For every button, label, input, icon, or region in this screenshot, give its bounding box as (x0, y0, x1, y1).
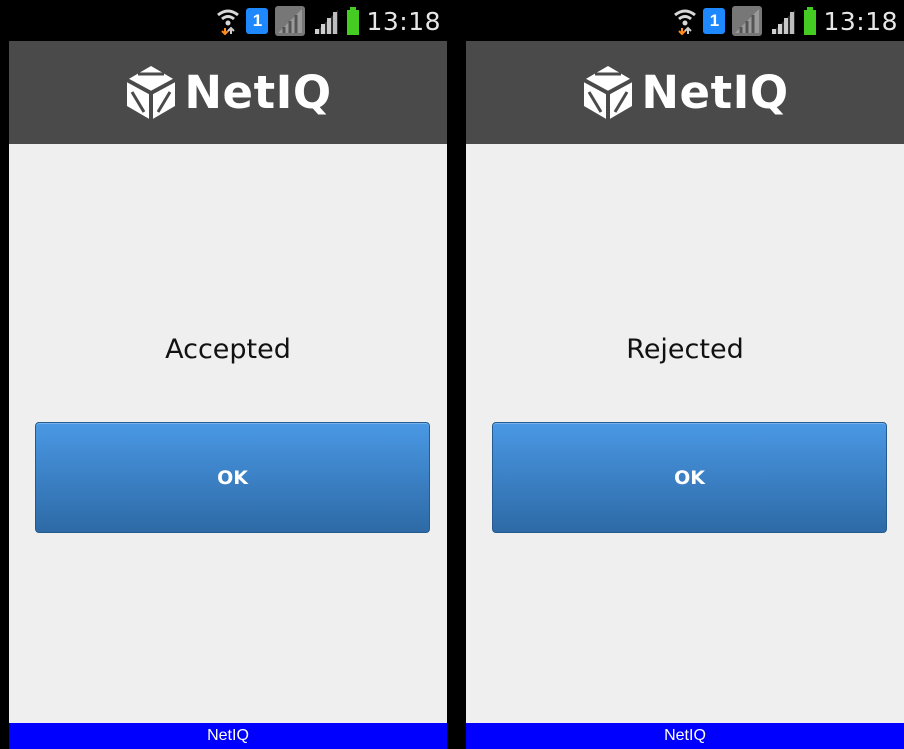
no-signal-icon (275, 6, 306, 36)
sim-icon: 1 (246, 8, 269, 34)
no-signal-icon (732, 6, 763, 36)
signal-icon (771, 10, 796, 34)
ok-button[interactable]: OK (492, 422, 887, 533)
wifi-icon (217, 9, 240, 36)
netiq-logo: NetIQ (124, 64, 331, 122)
logo-text: NetIQ (641, 66, 789, 119)
footer-bar: NetIQ (9, 723, 447, 749)
status-bar: 1 13:18 (466, 0, 904, 41)
netiq-cube-icon (126, 65, 177, 120)
phone-screen-rejected: 1 13:18 NetIQ Rejected OK NetIQ (457, 0, 904, 749)
ok-button[interactable]: OK (35, 422, 430, 533)
status-time: 13:18 (823, 6, 898, 36)
logo-text: NetIQ (184, 66, 332, 119)
result-text: Accepted (165, 334, 291, 365)
status-time: 13:18 (366, 6, 441, 36)
netiq-cube-icon (583, 65, 634, 120)
result-text: Rejected (626, 334, 744, 365)
wifi-icon (674, 9, 697, 36)
battery-icon (347, 7, 360, 35)
status-bar: 1 13:18 (9, 0, 447, 41)
app-header: NetIQ (9, 41, 447, 144)
phone-screen-accepted: 1 13:18 NetIQ Accepted OK NetIQ (0, 0, 447, 749)
signal-icon (314, 10, 339, 34)
app-header: NetIQ (466, 41, 904, 144)
netiq-logo: NetIQ (581, 64, 788, 122)
footer-bar: NetIQ (466, 723, 904, 749)
battery-icon (804, 7, 817, 35)
sim-icon: 1 (703, 8, 726, 34)
